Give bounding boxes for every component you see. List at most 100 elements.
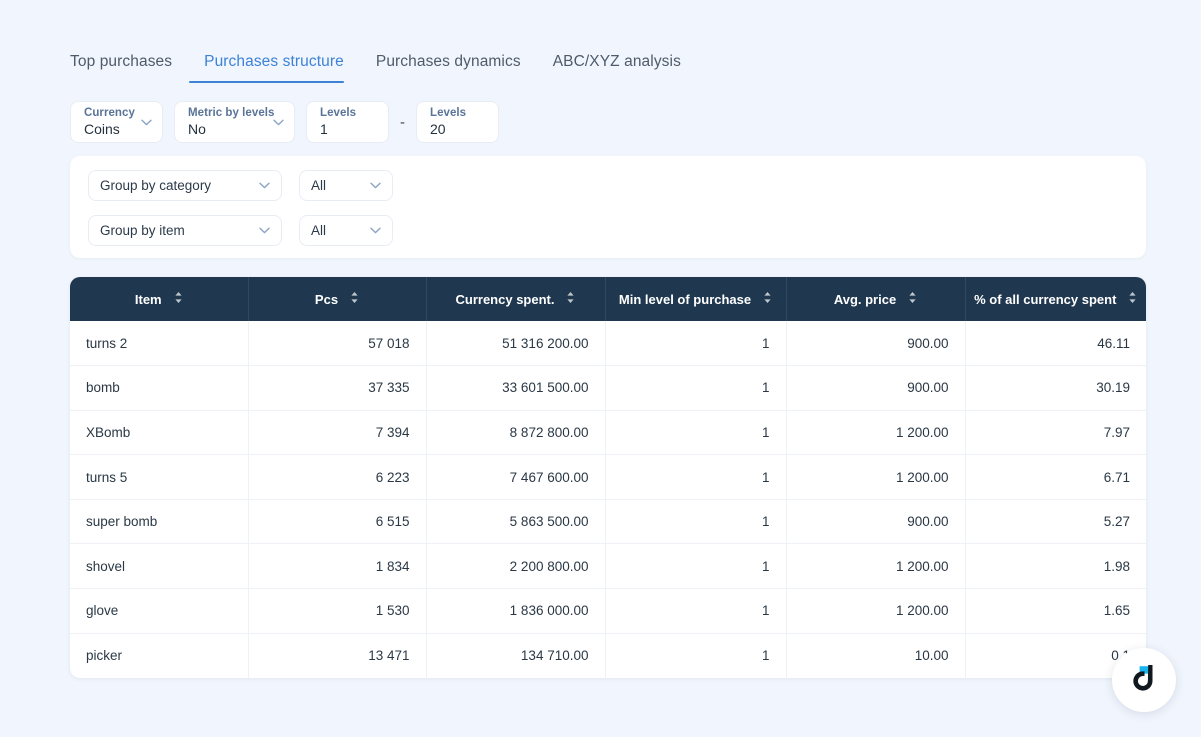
currency-filter[interactable]: Currency Coins — [70, 101, 163, 143]
cell-item: glove — [70, 589, 248, 634]
chevron-down-icon[interactable] — [273, 119, 284, 126]
cell-min_level: 1 — [605, 633, 786, 678]
tab-label: Purchases structure — [204, 53, 344, 70]
group-by-category-value: Group by category — [100, 179, 211, 193]
cell-item: turns 2 — [70, 321, 248, 366]
table-row[interactable]: bomb37 33533 601 500.001900.0030.19 — [70, 366, 1146, 411]
cell-pct: 1.65 — [965, 589, 1146, 634]
page-root: Top purchases Purchases structure Purcha… — [0, 0, 1201, 737]
currency-filter-label: Currency — [84, 106, 149, 120]
cell-item: super bomb — [70, 499, 248, 544]
purchases-table: Item Pcs — [70, 277, 1146, 678]
table-header-row: Item Pcs — [70, 277, 1146, 321]
cell-avg_price: 900.00 — [786, 366, 965, 411]
group-by-category-filter-value: All — [311, 179, 326, 193]
currency-filter-value: Coins — [84, 121, 149, 138]
metric-by-levels-filter[interactable]: Metric by levels No — [174, 101, 295, 143]
table-row[interactable]: super bomb6 5155 863 500.001900.005.27 — [70, 499, 1146, 544]
group-by-category-filter-select[interactable]: All — [299, 170, 393, 201]
sort-icon[interactable] — [908, 291, 917, 307]
cell-spent: 2 200 800.00 — [426, 544, 605, 589]
table-row[interactable]: XBomb7 3948 872 800.0011 200.007.97 — [70, 410, 1146, 455]
table-head: Item Pcs — [70, 277, 1146, 321]
cell-pct: 5.27 — [965, 499, 1146, 544]
cell-pcs: 1 834 — [248, 544, 426, 589]
column-header-item[interactable]: Item — [70, 277, 248, 321]
sort-icon[interactable] — [763, 291, 772, 307]
cell-avg_price: 900.00 — [786, 321, 965, 366]
cell-spent: 1 836 000.00 — [426, 589, 605, 634]
column-header-currency-spent[interactable]: Currency spent. — [426, 277, 605, 321]
cell-spent: 33 601 500.00 — [426, 366, 605, 411]
levels-to-label: Levels — [430, 106, 485, 120]
cell-spent: 134 710.00 — [426, 633, 605, 678]
sort-icon[interactable] — [174, 291, 183, 307]
cell-item: shovel — [70, 544, 248, 589]
column-header-label: Pcs — [315, 292, 338, 307]
cell-item: bomb — [70, 366, 248, 411]
metric-by-levels-value: No — [188, 121, 281, 138]
group-by-category-select[interactable]: Group by category — [88, 170, 282, 201]
column-header-label: Min level of purchase — [619, 292, 751, 307]
cell-item: turns 5 — [70, 455, 248, 500]
chevron-down-icon[interactable] — [259, 227, 270, 234]
levels-to-value: 20 — [430, 121, 485, 138]
table-row[interactable]: turns 257 01851 316 200.001900.0046.11 — [70, 321, 1146, 366]
sort-icon[interactable] — [566, 291, 575, 307]
table-row[interactable]: shovel1 8342 200 800.0011 200.001.98 — [70, 544, 1146, 589]
cell-avg_price: 900.00 — [786, 499, 965, 544]
levels-from-label: Levels — [320, 106, 375, 120]
cell-min_level: 1 — [605, 499, 786, 544]
sort-icon[interactable] — [1128, 291, 1137, 307]
tab-label: Top purchases — [70, 53, 172, 70]
filter-bar: Currency Coins Metric by levels No Level… — [70, 101, 510, 143]
table-row[interactable]: turns 56 2237 467 600.0011 200.006.71 — [70, 455, 1146, 500]
levels-to-input[interactable]: Levels 20 — [416, 101, 499, 143]
cell-pct: 1.98 — [965, 544, 1146, 589]
sort-icon[interactable] — [350, 291, 359, 307]
chevron-down-icon[interactable] — [370, 182, 381, 189]
group-by-category-row: Group by category All — [88, 170, 393, 201]
cell-pcs: 57 018 — [248, 321, 426, 366]
cell-spent: 51 316 200.00 — [426, 321, 605, 366]
column-header-label: Item — [135, 292, 162, 307]
cell-item: picker — [70, 633, 248, 678]
levels-from-value: 1 — [320, 121, 375, 138]
column-header-pcs[interactable]: Pcs — [248, 277, 426, 321]
tab-abc-xyz-analysis[interactable]: ABC/XYZ analysis — [537, 53, 697, 83]
cell-pcs: 13 471 — [248, 633, 426, 678]
chevron-down-icon[interactable] — [259, 182, 270, 189]
tab-purchases-structure[interactable]: Purchases structure — [188, 53, 360, 83]
table-row[interactable]: glove1 5301 836 000.0011 200.001.65 — [70, 589, 1146, 634]
group-by-item-filter-select[interactable]: All — [299, 215, 393, 246]
chevron-down-icon[interactable] — [141, 119, 152, 126]
group-by-item-value: Group by item — [100, 224, 185, 238]
cell-avg_price: 1 200.00 — [786, 455, 965, 500]
cell-min_level: 1 — [605, 589, 786, 634]
purchases-table-card: Item Pcs — [70, 277, 1146, 678]
tab-label: ABC/XYZ analysis — [553, 53, 681, 70]
cell-min_level: 1 — [605, 321, 786, 366]
group-by-item-select[interactable]: Group by item — [88, 215, 282, 246]
table-body: turns 257 01851 316 200.001900.0046.11bo… — [70, 321, 1146, 678]
column-header-min-level-of-purchase[interactable]: Min level of purchase — [605, 277, 786, 321]
tab-purchases-dynamics[interactable]: Purchases dynamics — [360, 53, 537, 83]
column-header-label: Avg. price — [834, 292, 896, 307]
cell-avg_price: 10.00 — [786, 633, 965, 678]
group-by-item-filter-value: All — [311, 224, 326, 238]
cell-min_level: 1 — [605, 544, 786, 589]
column-header-pct-of-all-currency-spent[interactable]: % of all currency spent — [965, 277, 1146, 321]
table-row[interactable]: picker13 471134 710.00110.000.1 — [70, 633, 1146, 678]
group-by-item-row: Group by item All — [88, 215, 393, 246]
cell-min_level: 1 — [605, 455, 786, 500]
tab-top-purchases[interactable]: Top purchases — [70, 53, 188, 83]
cell-spent: 5 863 500.00 — [426, 499, 605, 544]
metric-by-levels-label: Metric by levels — [188, 106, 281, 120]
column-header-avg-price[interactable]: Avg. price — [786, 277, 965, 321]
cell-pcs: 6 223 — [248, 455, 426, 500]
chevron-down-icon[interactable] — [370, 227, 381, 234]
cell-pct: 46.11 — [965, 321, 1146, 366]
cell-avg_price: 1 200.00 — [786, 544, 965, 589]
chat-launcher-button[interactable] — [1112, 648, 1176, 712]
levels-from-input[interactable]: Levels 1 — [306, 101, 389, 143]
